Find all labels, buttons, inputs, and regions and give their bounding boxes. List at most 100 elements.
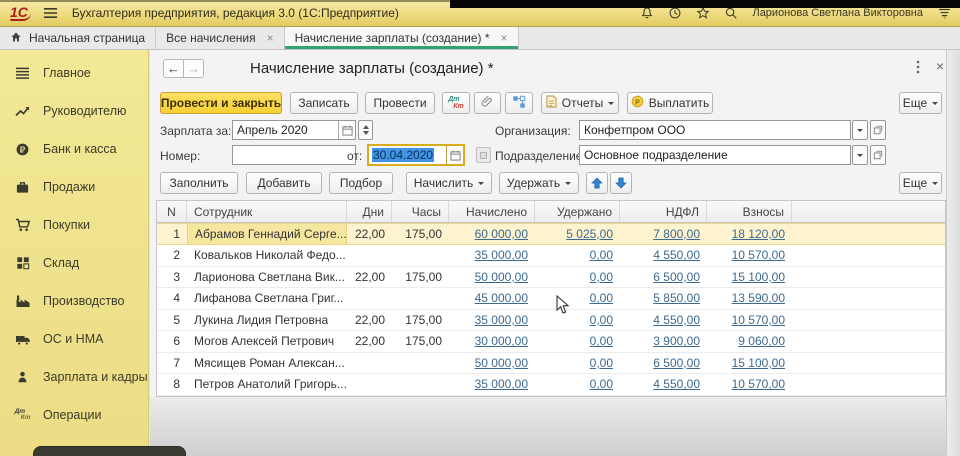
accrued-link[interactable]: 50 000,00 [475, 270, 528, 284]
table-row-5[interactable]: 5 Лукина Лидия Петровна 22,00 175,00 35 … [157, 310, 945, 332]
ndfl-link[interactable]: 6 500,00 [653, 356, 700, 370]
contrib-link[interactable]: 10 570,00 [732, 313, 785, 327]
withheld-link[interactable]: 0,00 [590, 313, 613, 327]
table-row-7[interactable]: 7 Мясищев Роман Алексан... 50 000,00 0,0… [157, 353, 945, 375]
withheld-link[interactable]: 0,00 [590, 356, 613, 370]
more-button-top[interactable]: Еще [899, 92, 942, 114]
department-open-link[interactable] [870, 145, 886, 165]
add-button[interactable]: Добавить [246, 172, 322, 194]
ndfl-link[interactable]: 6 500,00 [653, 270, 700, 284]
organization-open-link[interactable] [870, 120, 886, 140]
ndfl-link[interactable]: 4 550,00 [653, 248, 700, 262]
contrib-link[interactable]: 10 570,00 [732, 248, 785, 262]
accrued-link[interactable]: 50 000,00 [475, 356, 528, 370]
salary-period-input[interactable]: Апрель 2020 [232, 120, 356, 140]
fill-button[interactable]: Заполнить [160, 172, 238, 194]
table-row-2[interactable]: 2 Ковальков Николай Федо... 35 000,00 0,… [157, 245, 945, 267]
tab-home[interactable]: Начальная страница [0, 27, 156, 49]
withheld-link[interactable]: 0,00 [590, 270, 613, 284]
contrib-link[interactable]: 15 100,00 [732, 270, 785, 284]
history-icon[interactable] [668, 6, 682, 20]
col-header-hours[interactable]: Часы [392, 201, 449, 222]
accrued-link[interactable]: 30 000,00 [475, 334, 528, 348]
employee-cell[interactable]: Ковальков Николай Федо... [187, 245, 347, 266]
pay-button[interactable]: Р Выплатить [627, 92, 713, 114]
attachments-button[interactable] [474, 92, 501, 114]
close-tab-icon[interactable]: × [501, 31, 508, 45]
withheld-link[interactable]: 5 025,00 [566, 227, 613, 241]
number-input[interactable] [232, 145, 356, 165]
employee-cell[interactable]: Мясищев Роман Алексан... [187, 353, 347, 374]
table-row-1[interactable]: 1 Абрамов Геннадий Серге... 22,00 175,00… [157, 223, 945, 245]
date-input[interactable]: 30.04.2020 [367, 144, 465, 166]
withheld-link[interactable]: 0,00 [590, 291, 613, 305]
close-tab-icon[interactable]: × [267, 31, 274, 45]
user-menu-icon[interactable] [937, 6, 952, 20]
save-button[interactable]: Записать [290, 92, 358, 114]
col-header-employee[interactable]: Сотрудник [187, 201, 347, 222]
dtkt-postings-button[interactable]: ДтКт [442, 92, 470, 114]
contrib-link[interactable]: 9 060,00 [738, 334, 785, 348]
contrib-link[interactable]: 13 590,00 [732, 291, 785, 305]
calendar-icon[interactable] [338, 121, 355, 139]
sidebar-item-fixed-assets[interactable]: ОС и НМА [0, 328, 149, 350]
employee-cell[interactable]: Петров Анатолий Григорь... [187, 374, 347, 395]
table-row-8[interactable]: 8 Петров Анатолий Григорь... 35 000,00 0… [157, 374, 945, 396]
withheld-link[interactable]: 0,00 [590, 248, 613, 262]
table-row-4[interactable]: 4 Лифанова Светлана Григ... 45 000,00 0,… [157, 288, 945, 310]
ndfl-link[interactable]: 7 800,00 [653, 227, 700, 241]
step-down-icon[interactable] [363, 131, 369, 138]
accrued-link[interactable]: 45 000,00 [475, 291, 528, 305]
accrued-link[interactable]: 35 000,00 [475, 313, 528, 327]
tab-all-accruals[interactable]: Все начисления × [156, 27, 285, 49]
employee-cell[interactable]: Могов Алексей Петрович [187, 331, 347, 352]
col-header-days[interactable]: Дни [347, 201, 392, 222]
favorites-star-icon[interactable] [696, 6, 710, 20]
department-dropdown[interactable] [852, 145, 868, 165]
col-header-contributions[interactable]: Взносы [707, 201, 792, 222]
period-stepper[interactable] [358, 120, 373, 140]
sidebar-item-purchases[interactable]: Покупки [0, 214, 149, 236]
main-menu-icon[interactable] [43, 7, 58, 19]
ndfl-link[interactable]: 5 850,00 [653, 291, 700, 305]
col-header-ndfl[interactable]: НДФЛ [620, 201, 707, 222]
post-button[interactable]: Провести [365, 92, 435, 114]
contrib-link[interactable]: 18 120,00 [732, 227, 785, 241]
sidebar-item-sales[interactable]: Продажи [0, 176, 149, 198]
accrue-button[interactable]: Начислить [406, 172, 492, 194]
window-menu-icon[interactable] [916, 60, 920, 79]
sidebar-item-operations[interactable]: ДтКт Операции [0, 404, 149, 426]
col-header-withheld[interactable]: Удержано [535, 201, 620, 222]
move-down-button[interactable] [610, 172, 632, 194]
employee-cell[interactable]: Лифанова Светлана Григ... [187, 288, 347, 309]
ndfl-link[interactable]: 3 900,00 [653, 334, 700, 348]
table-row-6[interactable]: 6 Могов Алексей Петрович 22,00 175,00 30… [157, 331, 945, 353]
sidebar-item-bank-cash[interactable]: Р Банк и касса [0, 138, 149, 160]
nav-forward-button[interactable]: → [183, 59, 204, 78]
related-documents-button[interactable] [505, 92, 533, 114]
tab-payroll-creation[interactable]: Начисление зарплаты (создание) * × [285, 27, 519, 49]
organization-dropdown[interactable] [852, 120, 868, 140]
withhold-button[interactable]: Удержать [499, 172, 579, 194]
withheld-link[interactable]: 0,00 [590, 334, 613, 348]
ndfl-link[interactable]: 4 550,00 [653, 313, 700, 327]
reports-button[interactable]: Отчеты [541, 92, 619, 114]
department-input[interactable]: Основное подразделение [579, 145, 851, 165]
accrued-link[interactable]: 60 000,00 [475, 227, 528, 241]
col-header-n[interactable]: N [157, 201, 187, 222]
employee-cell[interactable]: Абрамов Геннадий Серге... [187, 224, 347, 244]
contrib-link[interactable]: 15 100,00 [732, 356, 785, 370]
sidebar-item-salary-hr[interactable]: Зарплата и кадры [0, 366, 149, 388]
sidebar-item-main[interactable]: Главное [0, 62, 149, 84]
close-form-icon[interactable]: × [936, 58, 944, 74]
more-button-table[interactable]: Еще [899, 172, 942, 194]
sidebar-item-production[interactable]: Производство [0, 290, 149, 312]
pick-button[interactable]: Подбор [329, 172, 393, 194]
employee-cell[interactable]: Ларионова Светлана Вик... [187, 267, 347, 288]
table-row-3[interactable]: 3 Ларионова Светлана Вик... 22,00 175,00… [157, 267, 945, 289]
nav-back-button[interactable]: ← [163, 59, 184, 78]
step-up-icon[interactable] [363, 122, 369, 129]
withheld-link[interactable]: 0,00 [590, 377, 613, 391]
accrued-link[interactable]: 35 000,00 [475, 248, 528, 262]
sidebar-item-warehouse[interactable]: Склад [0, 252, 149, 274]
